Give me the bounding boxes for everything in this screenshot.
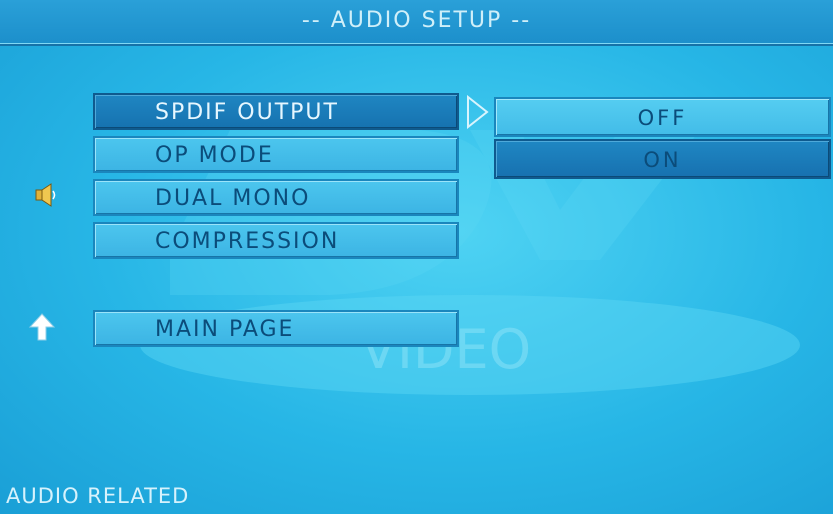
menu-item-compression[interactable]: COMPRESSION [93, 222, 459, 259]
menu-item-label: DUAL MONO [155, 186, 311, 211]
speaker-icon [35, 183, 56, 207]
menu-item-spdif-output[interactable]: SPDIF OUTPUT [93, 93, 459, 130]
main-page-button[interactable]: MAIN PAGE [93, 310, 459, 347]
option-on[interactable]: ON [494, 139, 831, 179]
option-label: ON [643, 148, 682, 172]
option-off[interactable]: OFF [494, 97, 831, 137]
audio-setup-screen: VIDEO -- AUDIO SETUP -- SPDIF OUTPUT OP … [0, 0, 833, 514]
up-arrow-icon [28, 313, 56, 341]
menu-item-label: COMPRESSION [155, 229, 340, 254]
main-page-label: MAIN PAGE [155, 317, 295, 342]
header-bar: -- AUDIO SETUP -- [0, 0, 833, 46]
status-text: AUDIO RELATED [6, 484, 190, 508]
chevron-right-icon [467, 95, 489, 129]
option-label: OFF [637, 106, 688, 130]
menu-item-label: SPDIF OUTPUT [155, 100, 339, 125]
menu-item-dual-mono[interactable]: DUAL MONO [93, 179, 459, 216]
page-title: -- AUDIO SETUP -- [301, 8, 532, 33]
menu-item-op-mode[interactable]: OP MODE [93, 136, 459, 173]
menu-item-label: OP MODE [155, 143, 274, 168]
